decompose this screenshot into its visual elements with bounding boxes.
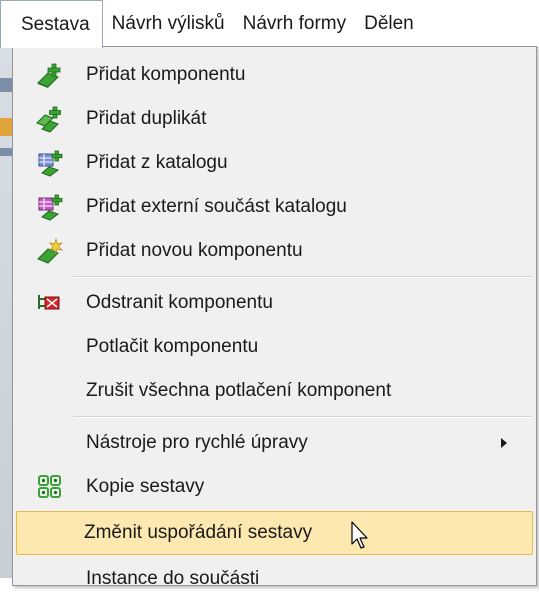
menu-item-label: Změnit uspořádání sestavy: [84, 522, 313, 543]
sestava-dropdown-menu: Přidat komponentu Přidat duplikát Přidat…: [12, 46, 537, 589]
mouse-pointer-icon: [351, 521, 368, 549]
menu-item-add-new-component[interactable]: Přidat novou komponentu: [16, 229, 533, 273]
menu-item-remove-component[interactable]: Odstranit komponentu: [16, 281, 533, 325]
menu-sestava[interactable]: Sestava: [0, 0, 103, 48]
add-external-catalog-part-icon: [36, 193, 64, 221]
menu-item-add-duplicate[interactable]: Přidat duplikát: [16, 97, 533, 141]
menu-item-label: Přidat z katalogu: [86, 152, 228, 173]
menu-item-add-external-catalog-part[interactable]: Přidat externí součást katalogu: [16, 185, 533, 229]
copy-assembly-icon: [36, 473, 64, 501]
add-component-icon: [36, 61, 64, 89]
menu-separator: [73, 416, 532, 418]
menu-item-add-from-catalog[interactable]: Přidat z katalogu: [16, 141, 533, 185]
submenu-arrow-icon: [501, 438, 507, 448]
menu-bar: Sestava Návrh výlisků Návrh formy Dělen: [0, 0, 539, 48]
menu-item-label: Kopie sestavy: [86, 476, 205, 497]
menu-item-label: Odstranit komponentu: [86, 292, 273, 313]
remove-component-icon: [36, 289, 64, 317]
add-duplicate-icon: [36, 105, 64, 133]
menu-navrh-vylisku[interactable]: Návrh výlisků: [103, 0, 234, 47]
menu-item-quick-edit-tools[interactable]: Nástroje pro rychlé úpravy: [16, 421, 533, 465]
menu-item-label: Přidat novou komponentu: [86, 240, 303, 261]
menu-navrh-formy[interactable]: Návrh formy: [234, 0, 355, 47]
menu-item-copy-assembly[interactable]: Kopie sestavy: [16, 465, 533, 509]
menu-deleni[interactable]: Dělen: [355, 0, 423, 47]
menu-item-instance-to-part[interactable]: Instance do součásti: [16, 557, 533, 601]
background-window-edge: [0, 48, 12, 578]
menu-item-reorder-assembly[interactable]: Změnit uspořádání sestavy: [16, 511, 533, 555]
menu-separator: [73, 276, 532, 278]
menu-item-label: Přidat duplikát: [86, 108, 207, 129]
menu-item-unsuppress-all[interactable]: Zrušit všechna potlačení komponent: [16, 369, 533, 413]
menu-item-label: Potlačit komponentu: [86, 336, 259, 357]
add-new-component-icon: [36, 237, 64, 265]
menu-item-add-component[interactable]: Přidat komponentu: [16, 53, 533, 97]
menu-item-label: Přidat komponentu: [86, 64, 246, 85]
menu-item-label: Instance do součásti: [86, 568, 260, 589]
menu-item-label: Přidat externí součást katalogu: [86, 196, 347, 217]
menu-item-label: Zrušit všechna potlačení komponent: [86, 380, 392, 401]
add-from-catalog-icon: [36, 149, 64, 177]
menu-item-suppress-component[interactable]: Potlačit komponentu: [16, 325, 533, 369]
menu-item-label: Nástroje pro rychlé úpravy: [86, 432, 308, 453]
